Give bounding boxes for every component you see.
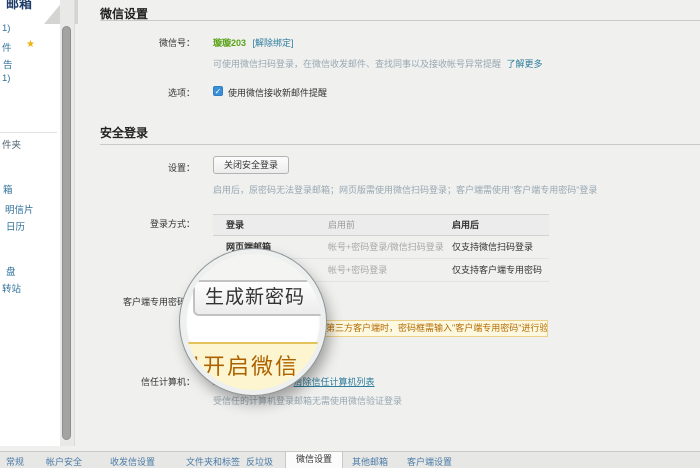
options-label: 选项：: [85, 86, 195, 99]
wechat-id-value: 璇璇203: [213, 38, 246, 48]
tab-account-security[interactable]: 帐户安全: [46, 455, 82, 468]
sidebar-item-box[interactable]: 箱: [3, 182, 13, 196]
security-description: 启用后，原密码无法登录邮箱；网页版需使用微信扫码登录；客户端需使用"客户端专用密…: [213, 183, 597, 196]
sidebar-item-inbox[interactable]: 1): [2, 23, 10, 34]
section-divider: [100, 20, 700, 21]
sidebar-item-transfer[interactable]: 转站: [2, 281, 21, 295]
sidebar-item-postcard[interactable]: 明信片: [5, 202, 34, 216]
sidebar-item-folders[interactable]: 件夹: [2, 137, 21, 151]
unbind-link[interactable]: [解除绑定]: [253, 38, 294, 48]
login-method-label: 登录方式：: [85, 217, 195, 230]
sidebar-item-calendar[interactable]: 日历: [6, 219, 25, 233]
wechat-description: 可使用微信扫码登录，在微信收发邮件、查找同事以及接收帐号异常提醒 了解更多: [213, 57, 543, 70]
lens-magnified-notice: 已开启微信: [180, 342, 326, 395]
table-header-before: 启用前: [328, 215, 452, 235]
table-header-after: 启用后: [452, 215, 549, 235]
settings-tab-bar: 常规 帐户安全 收发信设置 文件夹和标签 反垃圾 微信设置 其他邮箱 客户端设置: [0, 451, 700, 468]
tab-general[interactable]: 常规: [6, 455, 24, 468]
magnifier-lens: 生成新密码 已开启微信: [180, 249, 326, 395]
sidebar-scrollbar-thumb[interactable]: [62, 26, 71, 440]
security-section-title: 安全登录: [100, 124, 148, 141]
table-header-row: 登录 启用前 启用后: [213, 214, 549, 236]
mail-settings-page: 邮箱 1) 件 ★ 告 1) 件夹 箱 明信片 日历 盘 转站 微信设置 微信号…: [0, 0, 700, 468]
tab-send-receive[interactable]: 收发信设置: [110, 455, 155, 468]
table-header-login: 登录: [213, 215, 328, 235]
sidebar: 邮箱 1) 件 ★ 告 1) 件夹 箱 明信片 日历 盘 转站: [0, 0, 60, 446]
sidebar-divider: [0, 132, 57, 133]
learn-more-link[interactable]: 了解更多: [507, 59, 543, 69]
sidebar-item-ads[interactable]: 告: [3, 57, 13, 71]
sidebar-item-drafts[interactable]: 1): [2, 73, 10, 84]
check-icon: ✓: [214, 87, 222, 96]
lens-background: [185, 254, 321, 280]
settings-label: 设置：: [85, 161, 195, 174]
sidebar-tab-fragment: 邮箱: [6, 0, 32, 12]
wechat-notify-checkbox[interactable]: ✓: [213, 86, 223, 96]
tab-client-settings[interactable]: 客户端设置: [407, 455, 452, 468]
tab-antispam[interactable]: 反垃圾: [246, 455, 273, 468]
tab-other-mailbox[interactable]: 其他邮箱: [352, 455, 388, 468]
client-password-label: 客户端专用密码：: [85, 295, 195, 308]
section-divider: [100, 144, 700, 145]
trusted-description: 受信任的计算机登录邮箱无需使用微信验证登录: [213, 394, 402, 407]
close-secure-login-button[interactable]: 关闭安全登录: [213, 156, 289, 174]
trusted-computer-label: 信任计算机：: [85, 375, 195, 388]
wechat-id-label: 微信号：: [85, 36, 195, 49]
tab-wechat-settings-active[interactable]: 微信设置: [285, 452, 343, 468]
wechat-id-row: 璇璇203 [解除绑定]: [213, 36, 294, 49]
star-icon: ★: [26, 39, 35, 50]
tab-folders-labels[interactable]: 文件夹和标签: [186, 455, 240, 468]
sidebar-item-starred[interactable]: 件: [2, 40, 12, 54]
generate-new-password-button[interactable]: 生成新密码: [193, 280, 326, 316]
wechat-notify-checkbox-label: 使用微信接收新邮件提醒: [228, 86, 327, 99]
sidebar-item-disk[interactable]: 盘: [6, 264, 16, 278]
